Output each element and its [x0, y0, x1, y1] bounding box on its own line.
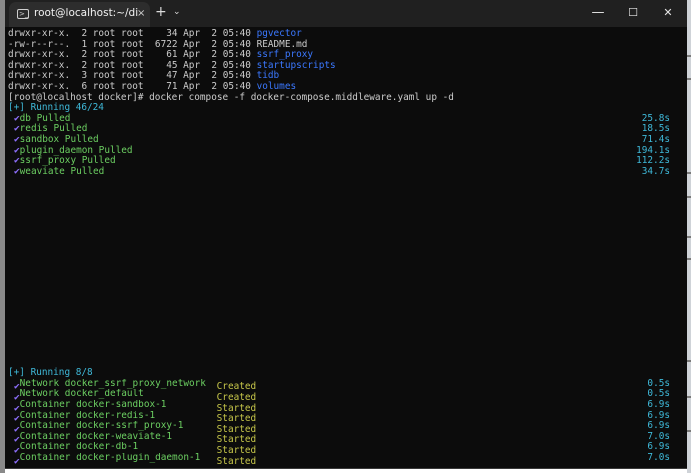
- listing-name: pgvector: [256, 28, 302, 39]
- run-row: ✔Network docker_ssrf_proxy_network Create…: [8, 378, 684, 392]
- listing-group: root: [121, 81, 144, 92]
- listing-size: 34: [166, 28, 178, 39]
- tab-title: root@localhost:~/dify/docker: [34, 7, 138, 19]
- run-item-name: Container docker-redis-1: [19, 410, 156, 421]
- pull-row: ✔weaviate Pulled 34.7s: [8, 165, 684, 178]
- run-row: ✔Container docker-sandbox-1 Started 6.9s: [8, 399, 684, 413]
- listing-day: 2: [211, 28, 218, 39]
- run-item-name: Container docker-weaviate-1: [19, 431, 173, 442]
- close-button[interactable]: ✕: [651, 0, 685, 27]
- pull-item-name: sandbox Pulled: [19, 134, 99, 145]
- new-tab-icon[interactable]: +: [155, 4, 167, 20]
- pull-item-name: weaviate Pulled: [19, 165, 105, 177]
- listing-time: 05:40: [222, 28, 251, 39]
- listing-perms: drwxr-xr-x.: [8, 81, 71, 92]
- run-row: ✔Container docker-ssrf_proxy-1 Started 6.9…: [8, 421, 684, 435]
- pull-item-time: 71.4s: [641, 134, 670, 145]
- listing-owner: root: [92, 81, 116, 92]
- run-row: ✔Container docker-plugin_daemon-1 Started…: [8, 452, 684, 466]
- run-item-status: Started: [216, 455, 257, 467]
- listing-time: 05:40: [222, 81, 251, 92]
- listing-day: 2: [211, 81, 218, 92]
- terminal-window: >_ root@localhost:~/dify/docker × + ⌄ — …: [5, 0, 687, 469]
- listing-links: 2: [81, 28, 88, 39]
- listing-size: 71: [166, 81, 178, 92]
- pull-row: ✔db Pulled 25.8s: [8, 113, 684, 125]
- listing-group: root: [121, 28, 144, 39]
- pull-item-time: 34.7s: [641, 165, 670, 177]
- pull-row: ✔ssrf_proxy Pulled 112.2s: [8, 156, 684, 167]
- listing-owner: root: [92, 28, 116, 39]
- listing-links: 6: [81, 81, 88, 92]
- chevron-down-icon[interactable]: ⌄: [173, 7, 181, 17]
- run-item-name: Network docker_default: [19, 389, 144, 400]
- terminal-output[interactable]: drwxr-xr-x. 2 root root 34 Apr 2 05:40 p…: [8, 28, 684, 468]
- run-row: ✔Container docker-db-1 Started 6.9s: [8, 442, 684, 456]
- run-item-name: Container docker-ssrf_proxy-1: [19, 421, 184, 432]
- listing-month: Apr: [183, 28, 201, 39]
- title-bar[interactable]: >_ root@localhost:~/dify/docker × + ⌄ — …: [5, 0, 687, 27]
- run-header: [+] Running 8/8: [8, 367, 93, 379]
- run-row: ✔Container docker-weaviate-1 Started 7.0s: [8, 431, 684, 445]
- maximize-button[interactable]: ☐: [616, 0, 650, 27]
- run-row: ✔Container docker-redis-1 Started 6.9s: [8, 410, 684, 424]
- run-item-name: Container docker-sandbox-1: [19, 400, 167, 410]
- run-row: ✔Network docker_default Created 0.5s: [8, 389, 684, 403]
- run-item-time: 6.9s: [647, 399, 670, 410]
- run-item-name: Container docker-plugin_daemon-1: [19, 453, 201, 463]
- run-item-name: Network docker_ssrf_proxy_network: [19, 378, 206, 389]
- command-text: docker compose -f docker-compose.middlew…: [149, 91, 454, 103]
- pull-row: ✔redis Pulled 18.5s: [8, 124, 684, 135]
- minimize-button[interactable]: —: [581, 0, 615, 27]
- desktop-right-edge: [687, 0, 691, 473]
- terminal-tab[interactable]: >_ root@localhost:~/dify/docker ×: [9, 2, 150, 27]
- terminal-icon: >_: [17, 9, 29, 19]
- run-item-name: Container docker-db-1: [19, 442, 139, 453]
- run-item-time: 7.0s: [647, 452, 670, 463]
- listing-perms: drwxr-xr-x.: [8, 28, 71, 39]
- listing-month: Apr: [183, 81, 201, 92]
- tab-close-icon[interactable]: ×: [137, 8, 145, 19]
- listing-name: volumes: [256, 81, 297, 92]
